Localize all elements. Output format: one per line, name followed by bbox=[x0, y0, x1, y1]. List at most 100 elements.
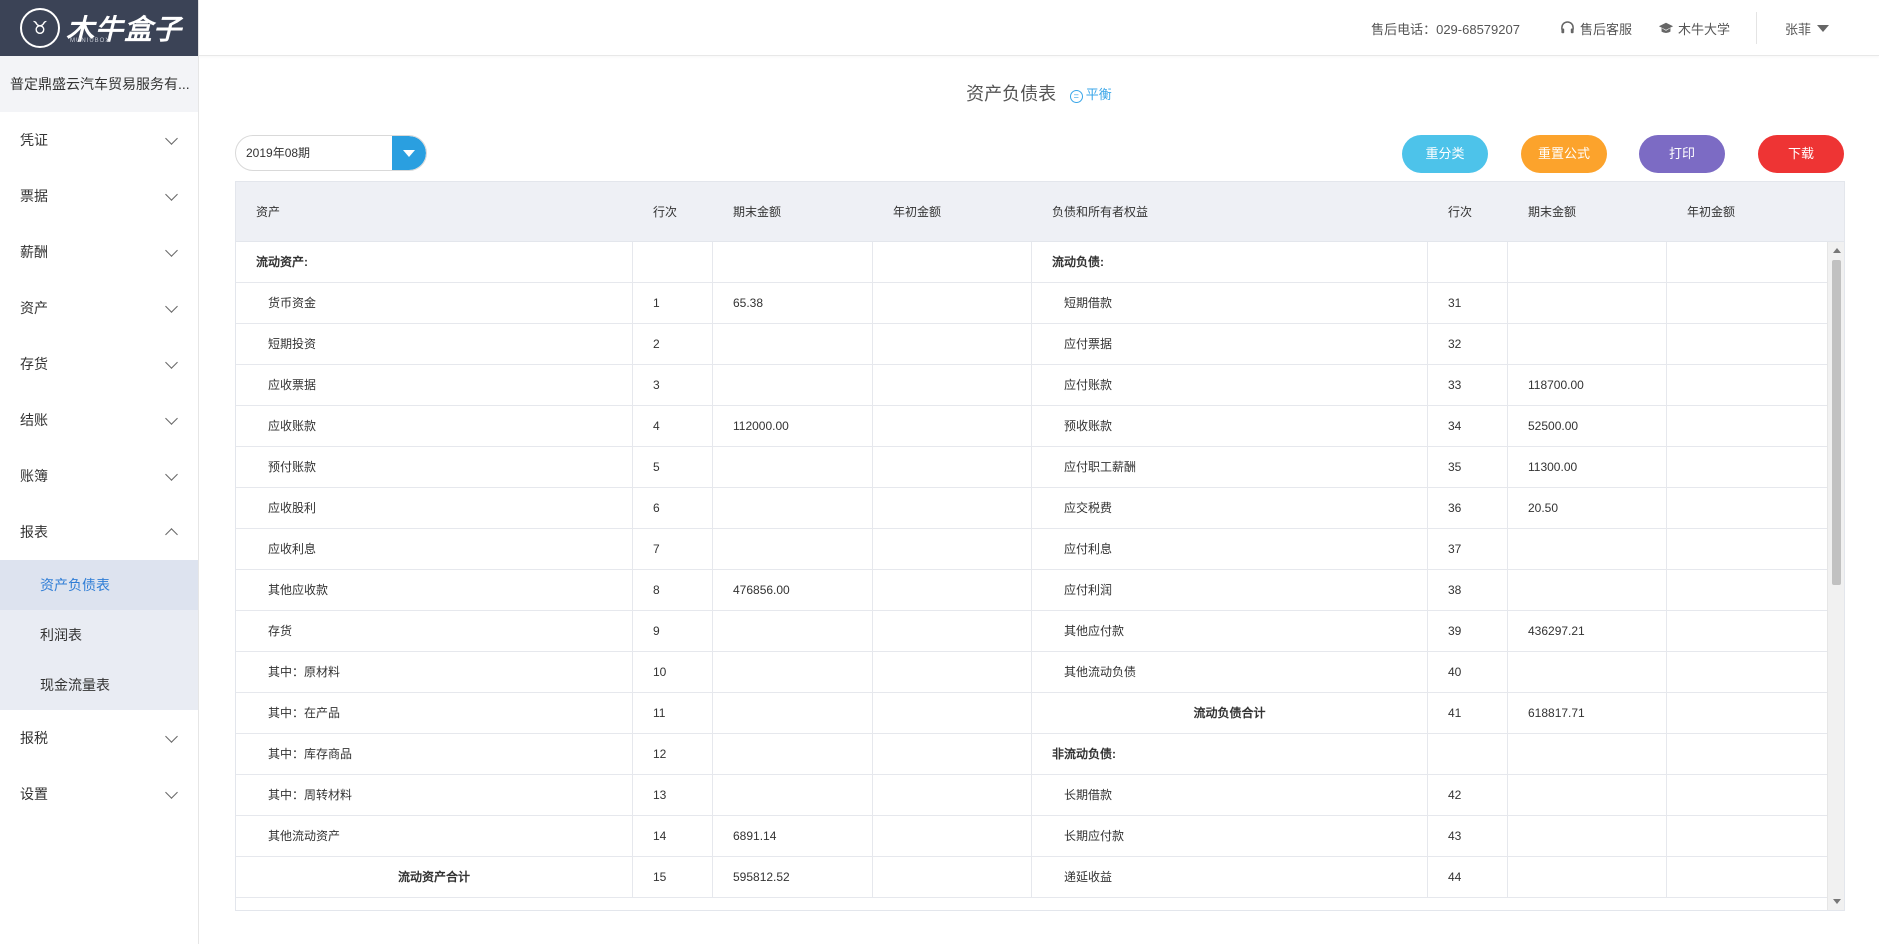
table-cell bbox=[1428, 734, 1508, 774]
table-cell[interactable] bbox=[873, 242, 1032, 282]
reset-formula-button[interactable]: 重置公式 bbox=[1521, 135, 1607, 173]
table-cell[interactable] bbox=[873, 570, 1032, 610]
table-cell: 35 bbox=[1428, 447, 1508, 487]
table-cell[interactable] bbox=[873, 693, 1032, 733]
table-scrollbar[interactable] bbox=[1827, 242, 1844, 910]
period-select[interactable]: 2019年08期 bbox=[235, 135, 427, 171]
table-cell[interactable] bbox=[873, 406, 1032, 446]
table-cell[interactable] bbox=[1667, 693, 1828, 733]
table-cell[interactable]: 436297.21 bbox=[1508, 611, 1667, 651]
table-row: 其他流动资产 14 6891.14 长期应付款 43 bbox=[236, 816, 1828, 857]
table-cell[interactable] bbox=[1508, 652, 1667, 692]
table-cell[interactable] bbox=[713, 447, 873, 487]
table-cell[interactable]: 52500.00 bbox=[1508, 406, 1667, 446]
table-cell[interactable] bbox=[1667, 488, 1828, 528]
table-cell[interactable] bbox=[713, 488, 873, 528]
sidebar-item[interactable]: 凭证 bbox=[0, 112, 198, 168]
sidebar-item[interactable]: 结账 bbox=[0, 392, 198, 448]
table-cell[interactable] bbox=[1508, 570, 1667, 610]
table-cell[interactable] bbox=[873, 816, 1032, 856]
table-cell[interactable] bbox=[873, 652, 1032, 692]
table-cell[interactable] bbox=[1667, 406, 1828, 446]
table-cell[interactable] bbox=[1508, 324, 1667, 364]
sidebar-item[interactable]: 设置 bbox=[0, 766, 198, 822]
table-cell[interactable] bbox=[1667, 447, 1828, 487]
table-cell[interactable] bbox=[1508, 816, 1667, 856]
table-body: 流动资产: 流动负债: 货币资金 1 65.38 短期借款 31 短期投资 2 应付票据 32 应收票… bbox=[236, 242, 1828, 898]
table-cell[interactable] bbox=[873, 775, 1032, 815]
print-button[interactable]: 打印 bbox=[1639, 135, 1725, 173]
table-cell[interactable]: 11300.00 bbox=[1508, 447, 1667, 487]
table-cell[interactable] bbox=[1667, 611, 1828, 651]
table-cell[interactable]: 112000.00 bbox=[713, 406, 873, 446]
table-cell[interactable]: 20.50 bbox=[1508, 488, 1667, 528]
table-cell[interactable]: 595812.52 bbox=[713, 857, 873, 897]
submenu-item[interactable]: 资产负债表 bbox=[0, 560, 198, 610]
table-cell[interactable] bbox=[713, 652, 873, 692]
table-cell[interactable] bbox=[873, 488, 1032, 528]
table-cell[interactable] bbox=[713, 611, 873, 651]
table-cell[interactable] bbox=[1508, 242, 1667, 282]
table-cell[interactable]: 6891.14 bbox=[713, 816, 873, 856]
table-cell[interactable] bbox=[1667, 816, 1828, 856]
table-cell: 递延收益 bbox=[1032, 857, 1428, 897]
submenu-item[interactable]: 利润表 bbox=[0, 610, 198, 660]
sidebar-item[interactable]: 报表 bbox=[0, 504, 198, 560]
table-cell[interactable] bbox=[873, 283, 1032, 323]
table-cell[interactable] bbox=[1508, 775, 1667, 815]
table-cell[interactable] bbox=[873, 734, 1032, 774]
table-cell[interactable] bbox=[873, 857, 1032, 897]
scroll-thumb[interactable] bbox=[1832, 260, 1841, 585]
table-cell[interactable] bbox=[713, 734, 873, 774]
download-button[interactable]: 下载 bbox=[1758, 135, 1844, 173]
table-cell[interactable] bbox=[873, 365, 1032, 405]
logo[interactable]: ♉ 木牛盒子 MUNIUBOX bbox=[0, 0, 198, 56]
table-cell[interactable] bbox=[873, 611, 1032, 651]
table-cell[interactable] bbox=[873, 529, 1032, 569]
period-dropdown-button[interactable] bbox=[392, 136, 426, 170]
table-cell[interactable] bbox=[1667, 734, 1828, 774]
table-cell[interactable] bbox=[873, 324, 1032, 364]
scroll-up-arrow-icon[interactable] bbox=[1833, 248, 1841, 253]
table-cell[interactable] bbox=[1667, 652, 1828, 692]
table-cell[interactable] bbox=[1508, 734, 1667, 774]
table-cell[interactable] bbox=[1667, 365, 1828, 405]
sidebar-item-label: 设置 bbox=[20, 786, 48, 802]
submenu-item[interactable]: 现金流量表 bbox=[0, 660, 198, 710]
table-cell[interactable] bbox=[713, 324, 873, 364]
table-cell[interactable] bbox=[1667, 529, 1828, 569]
table-cell[interactable] bbox=[1508, 857, 1667, 897]
table-cell[interactable] bbox=[713, 529, 873, 569]
sidebar-item[interactable]: 报税 bbox=[0, 710, 198, 766]
scroll-down-arrow-icon[interactable] bbox=[1833, 899, 1841, 904]
table-cell[interactable] bbox=[1667, 775, 1828, 815]
table-cell[interactable]: 65.38 bbox=[713, 283, 873, 323]
sidebar-item[interactable]: 票据 bbox=[0, 168, 198, 224]
reclassify-button[interactable]: 重分类 bbox=[1402, 135, 1488, 173]
table-cell[interactable] bbox=[1508, 529, 1667, 569]
table-cell[interactable] bbox=[713, 365, 873, 405]
table-cell[interactable] bbox=[1667, 570, 1828, 610]
sidebar-item[interactable]: 薪酬 bbox=[0, 224, 198, 280]
table-cell[interactable] bbox=[1508, 283, 1667, 323]
column-header: 行次 bbox=[1448, 205, 1473, 219]
table-cell[interactable]: 118700.00 bbox=[1508, 365, 1667, 405]
table-cell[interactable] bbox=[1667, 324, 1828, 364]
table-cell[interactable]: 476856.00 bbox=[713, 570, 873, 610]
table-cell[interactable] bbox=[713, 693, 873, 733]
table-cell[interactable] bbox=[1667, 857, 1828, 897]
sidebar-item[interactable]: 存货 bbox=[0, 336, 198, 392]
table-cell[interactable] bbox=[713, 242, 873, 282]
user-menu[interactable]: 张菲 bbox=[1785, 19, 1829, 38]
sidebar-item[interactable]: 资产 bbox=[0, 280, 198, 336]
table-cell[interactable] bbox=[873, 447, 1032, 487]
table-cell[interactable]: 618817.71 bbox=[1508, 693, 1667, 733]
service-link[interactable]: 售后客服 bbox=[1560, 19, 1632, 38]
table-cell[interactable] bbox=[713, 775, 873, 815]
university-link[interactable]: 木牛大学 bbox=[1658, 19, 1730, 38]
table-cell[interactable] bbox=[1667, 283, 1828, 323]
table-cell: 13 bbox=[633, 775, 713, 815]
sidebar-item[interactable]: 账簿 bbox=[0, 448, 198, 504]
company-name[interactable]: 普定鼎盛云汽车贸易服务有... bbox=[0, 56, 198, 112]
table-cell[interactable] bbox=[1667, 242, 1828, 282]
